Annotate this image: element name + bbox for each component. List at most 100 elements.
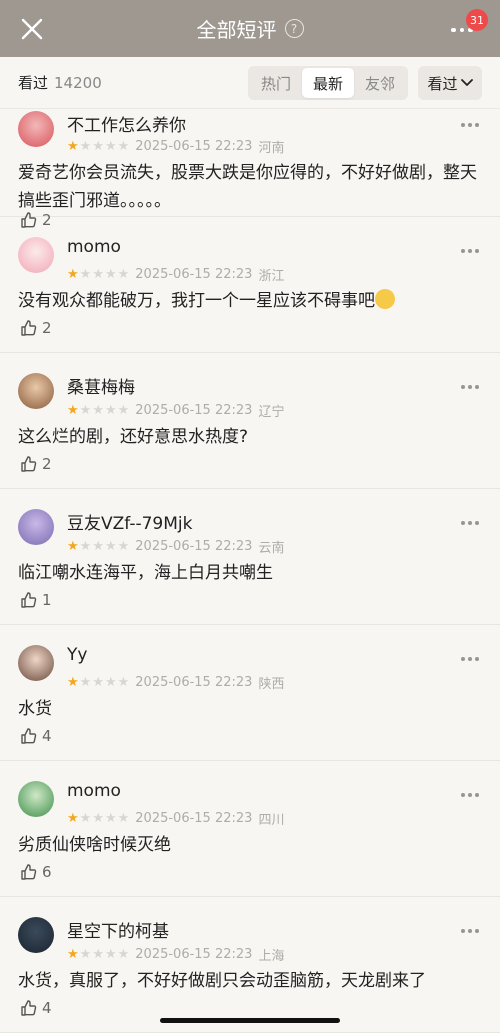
star-icon: ★ bbox=[67, 403, 79, 418]
star-icon: ★ bbox=[79, 675, 92, 690]
pleading-face-emoji-icon bbox=[375, 289, 395, 309]
more-icon bbox=[475, 123, 479, 127]
comment-text: 劣质仙侠啥时候灭绝 bbox=[18, 835, 171, 855]
comment-region: 河南 bbox=[258, 141, 285, 156]
star-icon: ★ bbox=[104, 947, 117, 962]
comment-meta: ★ ★ ★ ★ ★ 2025-06-15 22:23 云南 bbox=[67, 537, 284, 556]
like-button[interactable]: 6 bbox=[20, 863, 52, 881]
more-icon bbox=[468, 793, 472, 797]
comment-more-button[interactable] bbox=[458, 787, 482, 803]
like-button[interactable]: 1 bbox=[20, 591, 52, 609]
star-icon: ★ bbox=[67, 947, 79, 962]
close-button[interactable] bbox=[18, 15, 46, 43]
home-indicator bbox=[160, 1018, 340, 1023]
avatar[interactable] bbox=[18, 373, 54, 409]
more-icon bbox=[461, 123, 465, 127]
notification-badge: 31 bbox=[466, 9, 488, 31]
star-icon: ★ bbox=[79, 267, 92, 282]
thumbs-up-icon bbox=[21, 1000, 37, 1016]
comment-text: 水货，真服了，不好好做剧只会动歪脑筋，天龙剧来了 bbox=[18, 971, 426, 991]
more-icon bbox=[461, 929, 465, 933]
user-name[interactable]: momo bbox=[67, 237, 121, 257]
comment-item: 桑葚梅梅 ★ ★ ★ ★ ★ 2025-06-15 22:23 辽宁 这么烂的剧，还好意思水热度… bbox=[0, 353, 500, 489]
thumbs-up-icon bbox=[21, 864, 37, 880]
more-icon bbox=[468, 929, 472, 933]
comment-item: 星空下的柯基 ★ ★ ★ ★ ★ 2025-06-15 22:23 上海 水货，真服了，不好好做… bbox=[0, 897, 500, 1033]
like-button[interactable]: 4 bbox=[20, 999, 52, 1017]
tab-hot[interactable]: 热门 bbox=[250, 68, 302, 98]
comment-date: 2025-06-15 22:23 bbox=[135, 947, 253, 962]
star-icon: ★ bbox=[79, 539, 92, 554]
page-title: 全部短评 bbox=[196, 18, 277, 42]
seen-count-label: 看过 bbox=[18, 74, 49, 92]
comment-text: 这么烂的剧，还好意思水热度? bbox=[18, 427, 249, 447]
like-count: 6 bbox=[42, 863, 52, 881]
star-icon: ★ bbox=[117, 539, 130, 554]
more-icon bbox=[461, 249, 465, 253]
star-rating: ★ ★ ★ ★ ★ bbox=[67, 812, 129, 825]
like-count: 2 bbox=[42, 455, 52, 473]
filter-bar: 看过 14200 热门 最新 友邻 看过 bbox=[0, 57, 500, 109]
comment-more-button[interactable] bbox=[458, 923, 482, 939]
star-icon: ★ bbox=[92, 947, 104, 962]
star-icon: ★ bbox=[92, 811, 104, 826]
avatar[interactable] bbox=[18, 645, 54, 681]
comment-meta: ★ ★ ★ ★ ★ 2025-06-15 22:23 浙江 bbox=[67, 265, 284, 284]
more-icon bbox=[461, 385, 465, 389]
more-icon bbox=[475, 929, 479, 933]
chevron-down-icon bbox=[460, 79, 473, 86]
like-button[interactable]: 2 bbox=[20, 455, 52, 473]
user-name[interactable]: 星空下的柯基 bbox=[67, 917, 169, 942]
seen-filter-label: 看过 bbox=[427, 74, 458, 93]
avatar[interactable] bbox=[18, 237, 54, 273]
like-count: 2 bbox=[42, 319, 52, 337]
comment-item: 不工作怎么养你 ★ ★ ★ ★ ★ 2025-06-15 22:23 河南 爱奇艺你会员流失，股… bbox=[0, 109, 500, 229]
thumbs-up-icon bbox=[21, 456, 37, 472]
comment-more-button[interactable] bbox=[458, 651, 482, 667]
tab-latest[interactable]: 最新 bbox=[302, 68, 354, 98]
star-icon: ★ bbox=[117, 403, 130, 418]
comment-region: 上海 bbox=[258, 949, 285, 964]
seen-filter-dropdown[interactable]: 看过 bbox=[418, 66, 482, 100]
star-icon: ★ bbox=[104, 139, 117, 154]
seen-count-number: 14200 bbox=[54, 74, 102, 92]
comment-item: momo ★ ★ ★ ★ ★ 2025-06-15 22:23 四川 劣质仙侠啥时候灭绝 6 bbox=[0, 761, 500, 897]
comment-region: 辽宁 bbox=[258, 405, 285, 420]
comment-text: 水货 bbox=[18, 699, 52, 719]
user-name[interactable]: Yy bbox=[67, 645, 87, 665]
comment-more-button[interactable] bbox=[458, 379, 482, 395]
comment-text: 爱奇艺你会员流失，股票大跌是你应得的，不好好做剧，整天搞些歪门邪道。。。。。 bbox=[18, 163, 477, 211]
comment-date: 2025-06-15 22:23 bbox=[135, 403, 253, 418]
comment-more-button[interactable] bbox=[458, 243, 482, 259]
help-icon[interactable]: ? bbox=[284, 19, 304, 38]
user-name[interactable]: 豆友VZf--79Mjk bbox=[67, 509, 192, 534]
comment-text: 临江嘲水连海平，海上白月共嘲生 bbox=[18, 563, 273, 583]
like-button[interactable]: 4 bbox=[20, 727, 52, 745]
avatar[interactable] bbox=[18, 509, 54, 545]
more-icon bbox=[461, 657, 465, 661]
more-icon bbox=[468, 249, 472, 253]
like-button[interactable]: 2 bbox=[20, 319, 52, 337]
more-icon bbox=[451, 27, 456, 33]
user-name[interactable]: 不工作怎么养你 bbox=[67, 111, 186, 136]
user-name[interactable]: momo bbox=[67, 781, 121, 801]
comment-date: 2025-06-15 22:23 bbox=[135, 139, 253, 154]
avatar[interactable] bbox=[18, 781, 54, 817]
thumbs-up-icon bbox=[21, 592, 37, 608]
more-icon bbox=[468, 657, 472, 661]
star-icon: ★ bbox=[104, 539, 117, 554]
tab-friends[interactable]: 友邻 bbox=[354, 68, 406, 98]
comment-region: 浙江 bbox=[258, 269, 285, 284]
star-icon: ★ bbox=[92, 539, 104, 554]
comment-more-button[interactable] bbox=[458, 117, 482, 133]
more-icon bbox=[475, 657, 479, 661]
comment-more-button[interactable] bbox=[458, 515, 482, 531]
star-icon: ★ bbox=[117, 947, 130, 962]
star-icon: ★ bbox=[92, 139, 104, 154]
avatar[interactable] bbox=[18, 917, 54, 953]
user-name[interactable]: 桑葚梅梅 bbox=[67, 373, 135, 398]
star-icon: ★ bbox=[104, 403, 117, 418]
avatar[interactable] bbox=[18, 111, 54, 147]
star-icon: ★ bbox=[117, 139, 130, 154]
comment-region: 四川 bbox=[258, 813, 285, 828]
